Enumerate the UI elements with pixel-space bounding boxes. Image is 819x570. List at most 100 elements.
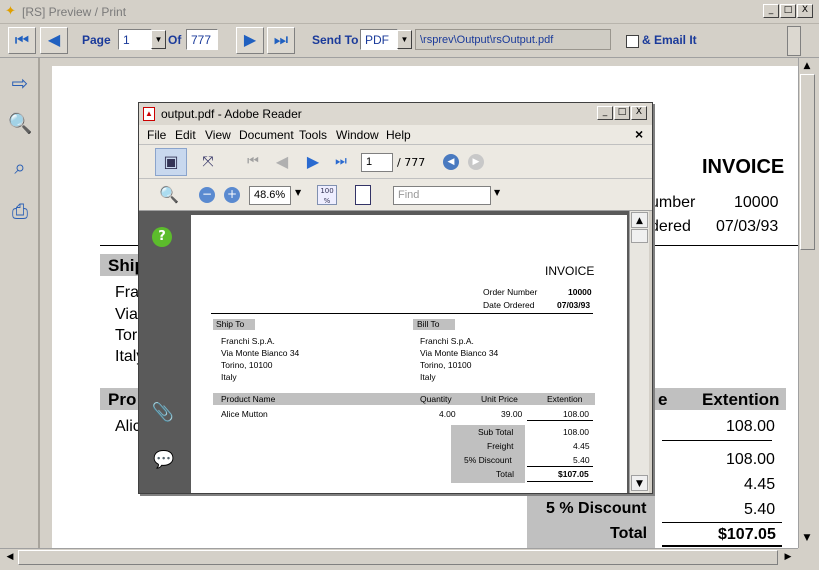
reader-scroll-up-arrow[interactable]: ▲ [631,212,648,228]
output-path-field[interactable]: \rsprev\Output\rsOutput.pdf [415,29,611,50]
scroll-right-arrow[interactable]: ▶ [780,549,796,565]
reader-title: output.pdf - Adobe Reader [161,107,302,121]
first-page-button[interactable]: ⏮ [8,27,36,54]
zoom-in-icon[interactable]: + [224,187,240,203]
send-to-dropdown-arrow[interactable]: ▼ [397,30,412,49]
pdf-col-unit-price: Unit Price [481,394,518,404]
pdf-header-divider [211,313,593,314]
of-label: Of [168,33,182,47]
bg-date-ordered-label: dered [650,218,691,235]
pdf-bill-to-label: Bill To [417,319,440,329]
prev-page-button[interactable]: ◀ [40,27,68,54]
reader-minimize-button[interactable]: _ [597,106,613,120]
bg-order-number-label: umber [650,194,696,211]
zoom-icon[interactable]: 🔍 [7,110,33,136]
zoom-dropdown-arrow[interactable]: ▼ [295,188,301,197]
pdf-order-number-label: Order Number [483,287,538,297]
bg-columns-header: e Extention [650,388,786,410]
reader-first-page-icon[interactable]: ⏮ [243,152,263,172]
zoom-tool-icon[interactable]: 🔍 [157,184,181,206]
bg-price-partial: e [658,390,668,409]
scroll-up-arrow[interactable]: ▲ [799,58,815,74]
bg-total-line [662,522,782,523]
comments-icon[interactable]: 💬 [151,449,177,471]
reader-prev-page-icon[interactable]: ◀ [271,151,293,173]
next-view-icon[interactable]: ▶ [468,154,484,170]
maximize-button[interactable]: □ [780,4,796,18]
next-page-button[interactable]: ▶ [236,27,264,54]
scroll-down-arrow[interactable]: ▼ [799,530,815,546]
reader-last-page-icon[interactable]: ⏭ [331,152,351,172]
minimize-button[interactable]: _ [763,4,779,18]
find-page-icon[interactable]: ⌕ [7,154,33,180]
bg-extention-header: Extention [702,390,780,409]
export-icon[interactable]: ⇨ [7,70,33,96]
reader-next-page-icon[interactable]: ▶ [302,151,324,173]
menu-document[interactable]: Document [239,128,294,142]
page-number-input[interactable]: 1 [118,29,152,50]
page-dropdown-arrow[interactable]: ▼ [151,30,166,49]
email-label: & Email It [642,33,697,47]
bg-line-underline [662,440,772,441]
page-label: Page [82,33,111,47]
actual-size-icon[interactable]: 100% [317,185,337,205]
save-icon[interactable]: ▣ [155,148,187,176]
last-page-icon: ⏭ [273,30,289,49]
menu-window[interactable]: Window [336,128,379,142]
bg-line-amount: 108.00 [726,418,775,435]
next-page-icon: ▶ [243,30,257,49]
fit-page-icon[interactable]: ⤧ [197,151,219,173]
pdf-file-icon: ▲ [143,107,155,121]
menu-edit[interactable]: Edit [175,128,196,142]
scroll-left-arrow[interactable]: ◀ [2,549,18,565]
find-dropdown-arrow[interactable]: ▼ [494,188,500,197]
zoom-out-icon[interactable]: − [199,187,215,203]
app-icon: ✦ [5,3,16,18]
zoom-level-input[interactable]: 48.6% [249,186,291,205]
print-icon[interactable]: ⎙ [7,198,33,224]
previous-view-icon[interactable]: ◀ [443,154,459,170]
main-toolbar: ⏮ ◀ Page 1 ▼ Of 777 ▶ ⏭ Send To PDF ▼ \r… [0,24,819,58]
reader-vertical-scrollbar[interactable]: ▲ ▼ [629,211,649,493]
pdf-col-extention: Extention [547,394,583,404]
find-input[interactable]: Find [393,186,491,205]
pdf-date-ordered: 07/03/93 [557,300,591,310]
reader-maximize-button[interactable]: □ [614,106,630,120]
pdf-col-quantity: Quantity [420,394,452,404]
pdf-total-double-line-1 [527,481,593,482]
menu-tools[interactable]: Tools [299,128,327,142]
reader-close-button[interactable]: X [631,106,647,120]
horizontal-scroll-thumb[interactable] [18,550,778,565]
adobe-reader-window[interactable]: ▲ output.pdf - Adobe Reader _ □ X File E… [138,102,653,494]
bg-total-double-line [662,545,782,547]
last-page-button[interactable]: ⏭ [267,27,295,54]
pdf-bill-line-2: Via Monte Bianco 34 [420,348,499,358]
vertical-scrollbar[interactable]: ▲ ▼ [798,58,816,548]
reader-scroll-thumb[interactable] [631,229,648,243]
pdf-ship-line-2: Via Monte Bianco 34 [221,348,300,358]
send-to-select[interactable]: PDF [360,29,398,50]
attachments-icon[interactable]: 📎 [151,401,175,425]
menu-file[interactable]: File [147,128,166,142]
help-icon[interactable]: ? [152,227,172,247]
close-document-button[interactable]: × [635,126,643,142]
bg-subtotal: 108.00 [726,451,775,468]
pdf-col-product: Product Name [221,394,276,404]
bg-discount: 5.40 [744,501,776,518]
pdf-page: INVOICE Order Number 10000 Date Ordered … [191,215,627,493]
menu-help[interactable]: Help [386,128,411,142]
fit-width-icon[interactable] [355,185,371,205]
bg-total-label: Total [610,525,648,542]
reader-page-total: / 777 [397,156,426,169]
pdf-total: $107.05 [558,469,589,479]
reader-scroll-down-arrow[interactable]: ▼ [631,475,648,491]
reader-page-input[interactable]: 1 [361,153,393,172]
toolbar-overflow-button[interactable] [787,26,801,56]
bg-product-header: Pro [100,388,140,410]
close-button[interactable]: X [797,4,813,18]
pdf-total-line [527,466,593,467]
horizontal-scrollbar[interactable]: ◀ ▶ [0,548,798,566]
menu-view[interactable]: View [205,128,231,142]
email-checkbox[interactable] [626,35,639,48]
vertical-scroll-thumb[interactable] [800,74,815,250]
